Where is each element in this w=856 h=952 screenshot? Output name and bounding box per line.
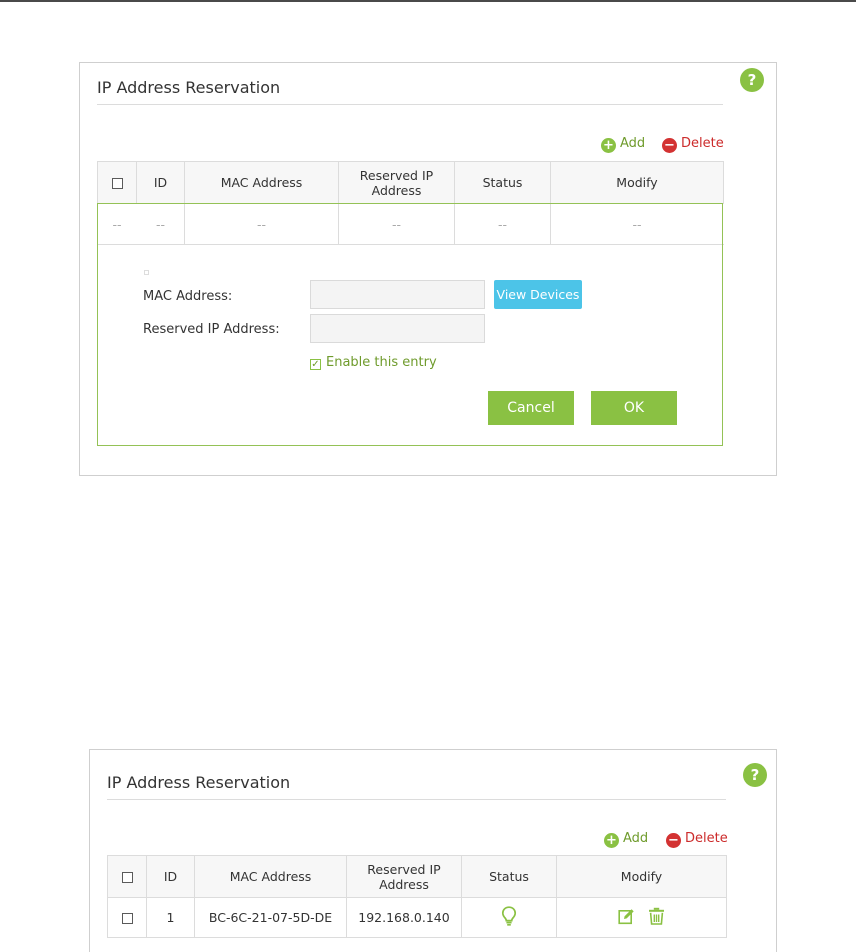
column-header-id: ID [136, 161, 185, 204]
plus-circle-icon: + [604, 833, 619, 848]
cancel-button[interactable]: Cancel [488, 391, 574, 425]
top-rule [0, 0, 856, 2]
table-row: 1 BC-6C-21-07-5D-DE 192.168.0.140 [107, 897, 727, 938]
plus-circle-icon: + [601, 138, 616, 153]
reserved-ip-input[interactable] [310, 314, 485, 343]
column-header-id: ID [146, 855, 195, 898]
column-header-status: Status [454, 161, 551, 204]
add-label: Add [620, 136, 646, 151]
minus-circle-icon: − [662, 138, 677, 153]
title-divider [107, 799, 726, 800]
row-mac-cell: BC-6C-21-07-5D-DE [194, 897, 347, 938]
column-header-mac: MAC Address [194, 855, 347, 898]
add-button[interactable]: + Add [601, 136, 645, 153]
row-checkbox-cell [107, 897, 147, 938]
title-divider [97, 104, 723, 105]
column-header-reserved-ip: Reserved IP Address [338, 161, 455, 204]
delete-button[interactable]: − Delete [662, 136, 724, 153]
mac-address-label: MAC Address: [143, 289, 233, 304]
delete-button[interactable]: − Delete [666, 831, 728, 848]
row-checkbox[interactable] [121, 913, 133, 924]
row-modify-cell [556, 897, 727, 938]
delete-label: Delete [681, 136, 724, 151]
checkmark-icon: ✓ [310, 359, 321, 370]
edit-icon[interactable] [617, 908, 635, 928]
panel-title: IP Address Reservation [97, 78, 281, 97]
table-header-row: ID MAC Address Reserved IP Address Statu… [97, 161, 724, 204]
add-label: Add [623, 831, 649, 846]
column-header-reserved-ip: Reserved IP Address [346, 855, 462, 898]
panel-title: IP Address Reservation [107, 773, 291, 792]
column-header-modify: Modify [550, 161, 724, 204]
reservation-panel-result: IP Address Reservation ? + Add − Delete ID… [89, 749, 777, 952]
lightbulb-icon[interactable] [501, 906, 517, 929]
reservation-panel-edit: IP Address Reservation ? + Add − Delete ID… [79, 62, 777, 476]
delete-label: Delete [685, 831, 728, 846]
minus-circle-icon: − [666, 833, 681, 848]
form-marker [144, 270, 149, 275]
select-all-cell [97, 161, 137, 204]
help-icon[interactable]: ? [740, 68, 764, 92]
enable-entry-label: Enable this entry [326, 355, 437, 370]
select-all-checkbox[interactable] [111, 178, 123, 189]
row-status-cell [461, 897, 557, 938]
select-all-cell [107, 855, 147, 898]
mac-address-input[interactable] [310, 280, 485, 309]
table-header-row: ID MAC Address Reserved IP Address Statu… [107, 855, 727, 898]
reserved-ip-label: Reserved IP Address: [143, 322, 280, 337]
view-devices-button[interactable]: View Devices [494, 280, 582, 309]
column-header-mac: MAC Address [184, 161, 339, 204]
select-all-checkbox[interactable] [121, 872, 133, 883]
row-id-cell: 1 [146, 897, 195, 938]
form-divider [98, 244, 722, 245]
add-button[interactable]: + Add [604, 831, 648, 848]
column-header-status: Status [461, 855, 557, 898]
column-header-modify: Modify [556, 855, 727, 898]
trash-icon[interactable] [648, 907, 665, 928]
reservation-table: ID MAC Address Reserved IP Address Statu… [107, 855, 727, 938]
row-ip-cell: 192.168.0.140 [346, 897, 462, 938]
help-icon[interactable]: ? [743, 763, 767, 787]
enable-entry-checkbox[interactable]: ✓ Enable this entry [310, 355, 437, 370]
ok-button[interactable]: OK [591, 391, 677, 425]
